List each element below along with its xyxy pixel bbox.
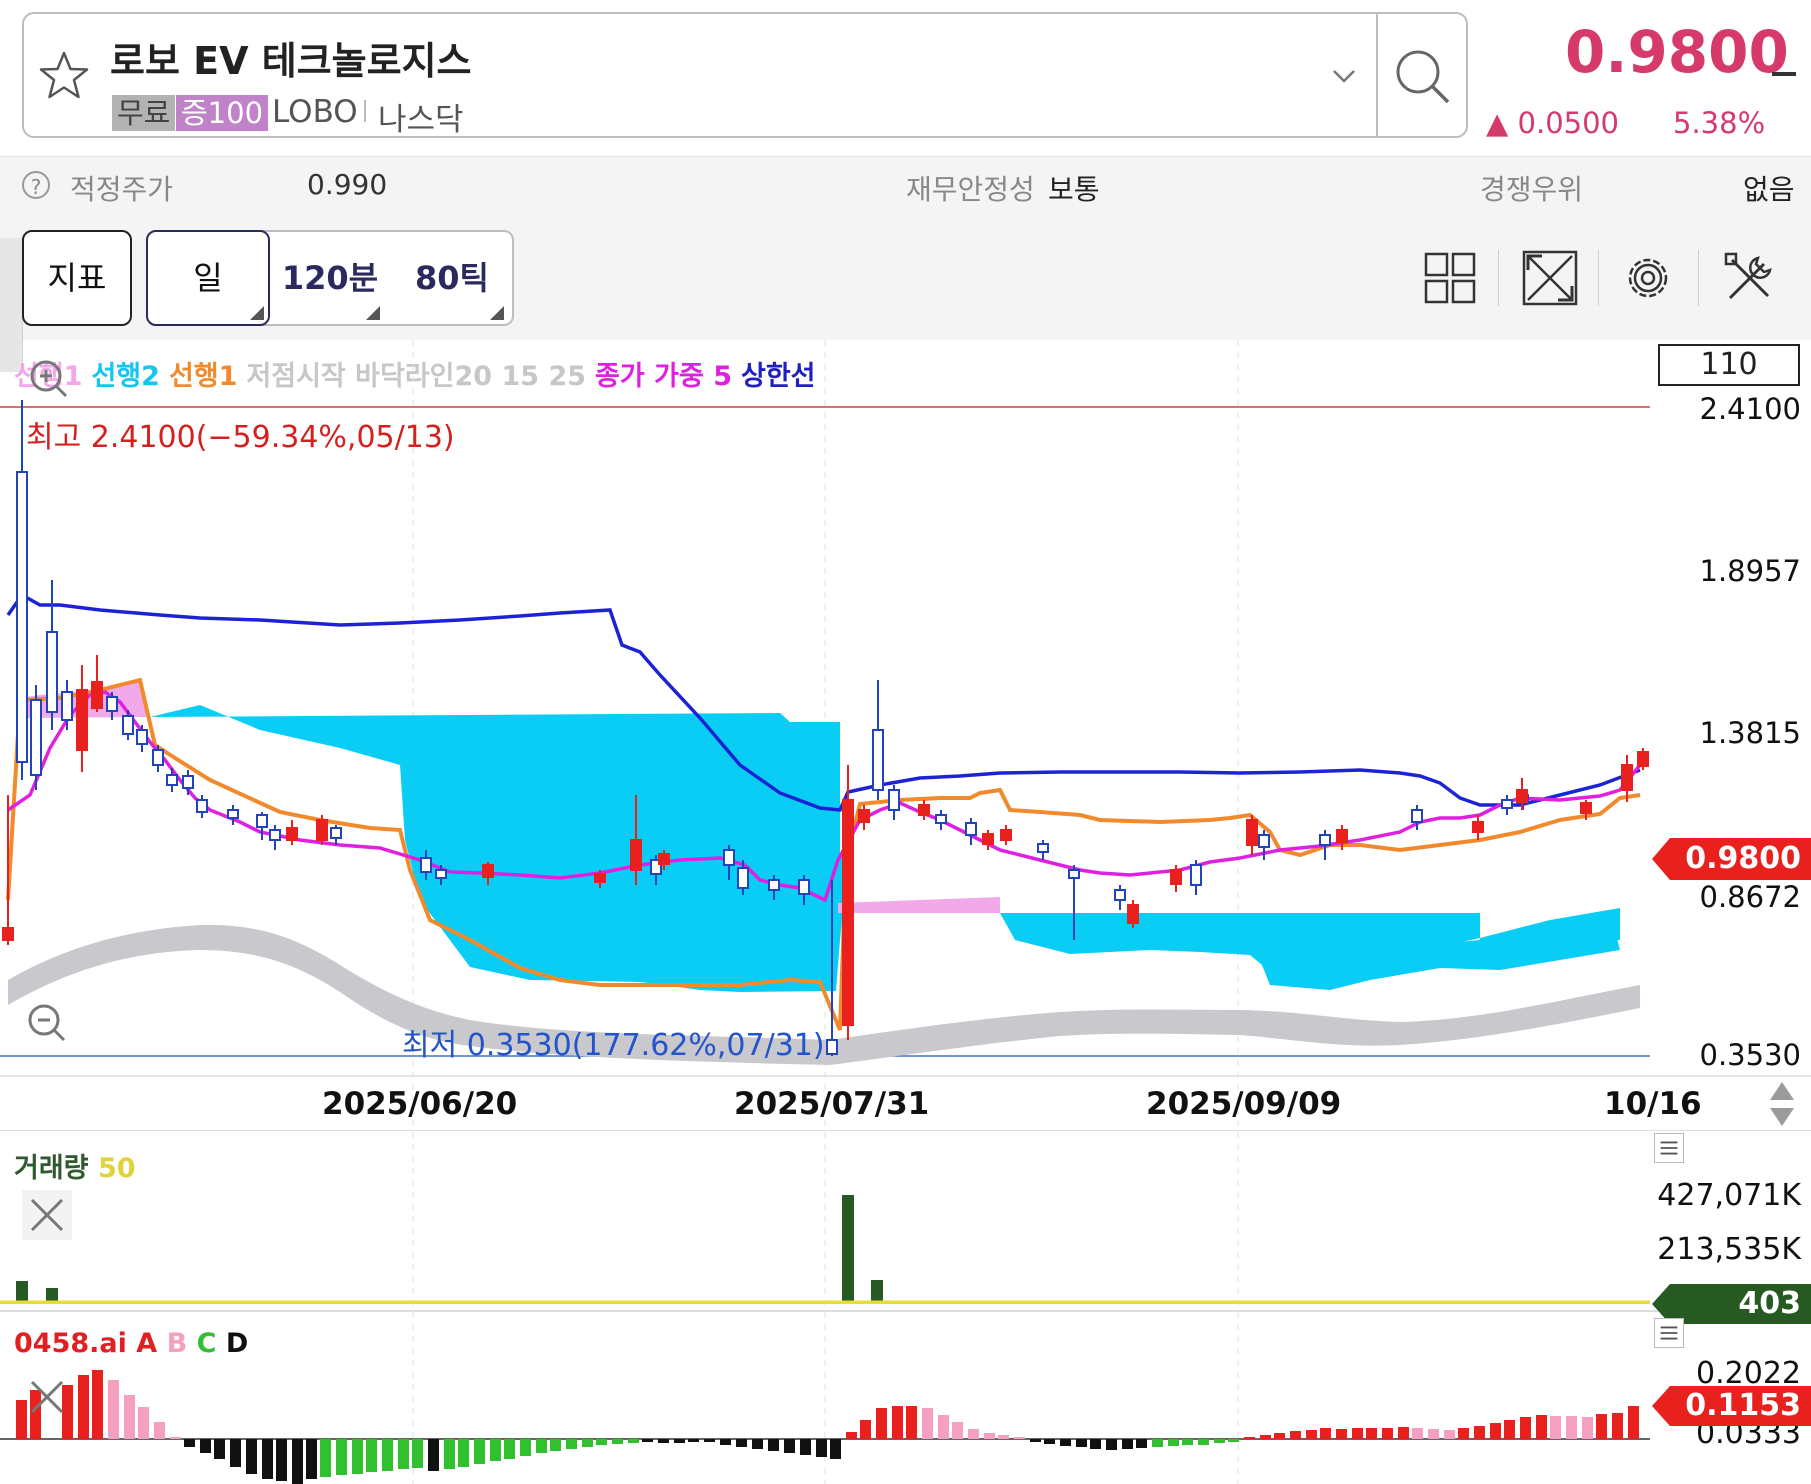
gear-icon[interactable]	[1618, 248, 1678, 308]
fair-price-label: 적정주가	[70, 173, 174, 206]
oscillator-letter-b: B	[166, 1328, 188, 1359]
dropdown-corner-icon	[490, 306, 504, 320]
volume-axis-label: 427,071K	[1657, 1178, 1801, 1213]
price-axis-label: 1.3815	[1699, 716, 1801, 750]
margin-badge: 증100	[176, 95, 269, 131]
divider	[364, 100, 366, 122]
search-button[interactable]	[1378, 14, 1466, 136]
dropdown-corner-icon	[250, 306, 264, 320]
market-name: 나스닥	[378, 102, 464, 138]
chevron-down-icon[interactable]	[1330, 62, 1358, 90]
oscillator-letter-a: A	[136, 1328, 158, 1359]
current-price: 0.9800	[1565, 18, 1789, 86]
current-oscillator-tag: 0.1153	[1685, 1388, 1801, 1423]
price-dash	[1772, 72, 1796, 76]
current-price-tag: 0.9800	[1685, 841, 1801, 876]
oscillator-bars	[16, 1370, 1639, 1484]
scroll-arrows-icon[interactable]	[1770, 1082, 1794, 1126]
menu-icon[interactable]	[1654, 1133, 1684, 1163]
stock-name: 로보 EV 테크놀로지스	[110, 39, 472, 83]
oscillator-name: 0458.ai	[14, 1328, 127, 1359]
date-axis-label: 10/16	[1604, 1086, 1702, 1122]
zoom-in-icon[interactable]	[30, 360, 68, 398]
price-axis-label: 2.4100	[1699, 392, 1801, 426]
leading-span-fill	[838, 897, 1000, 913]
volume-bars	[16, 1195, 883, 1302]
free-badge: 무료	[112, 95, 176, 131]
period-day-label: 일	[193, 259, 223, 297]
volume-title-label: 거래량	[14, 1153, 89, 1184]
fair-price-value: 0.990	[307, 168, 388, 201]
low-annotation: 최저 0.3530(177.62%,07/31)	[402, 1028, 825, 1063]
price-change: ▲ 0.0500	[1486, 106, 1619, 140]
date-axis-label: 2025/09/09	[1146, 1086, 1342, 1122]
ticker-symbol: LOBO	[272, 94, 358, 130]
search-icon	[1396, 50, 1450, 104]
close-icon[interactable]	[22, 1190, 72, 1240]
financial-stability-value: 보통	[1048, 173, 1100, 206]
date-axis-label: 2025/07/31	[734, 1086, 930, 1122]
volume-axis-label: 213,535K	[1657, 1232, 1801, 1267]
competitive-edge-label: 경쟁우위	[1480, 173, 1584, 206]
dropdown-corner-icon	[366, 306, 380, 320]
fullscreen-icon[interactable]	[1520, 248, 1580, 308]
financial-stability-label: 재무안정성	[906, 173, 1035, 206]
oscillator-letter-d: D	[225, 1328, 249, 1359]
layout-grid-icon[interactable]	[1420, 248, 1480, 308]
help-icon[interactable]: ?	[22, 171, 50, 199]
current-volume-tag: 403	[1738, 1286, 1801, 1321]
divider	[1698, 250, 1699, 306]
price-axis-label: 0.8672	[1699, 880, 1801, 914]
divider	[1598, 250, 1599, 306]
volume-title: 거래량 50	[14, 1146, 136, 1185]
oscillator-letter-c: C	[196, 1328, 217, 1359]
star-icon[interactable]	[36, 48, 92, 104]
price-change-percent: 5.38%	[1673, 106, 1766, 140]
price-chart[interactable]	[0, 340, 1811, 1484]
zoom-out-icon[interactable]	[28, 1004, 66, 1042]
price-axis-label: 1.8957	[1699, 554, 1801, 588]
volume-period: 50	[97, 1153, 136, 1184]
high-annotation: 최고 2.4100(−59.34%,05/13)	[26, 420, 455, 455]
oscillator-title: 0458.ai A B C D	[14, 1328, 248, 1359]
divider	[1498, 250, 1499, 306]
competitive-edge-value: 없음	[1743, 173, 1795, 206]
indicator-button[interactable]: 지표	[22, 230, 132, 326]
menu-icon[interactable]	[1654, 1318, 1684, 1348]
close-icon[interactable]	[22, 1372, 72, 1422]
tools-icon[interactable]	[1720, 248, 1780, 308]
price-axis-label: 0.3530	[1699, 1038, 1801, 1072]
date-axis-label: 2025/06/20	[322, 1086, 518, 1122]
